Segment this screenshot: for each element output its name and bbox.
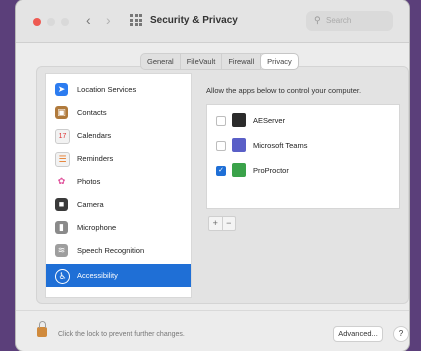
reminders-icon: ☰	[55, 152, 70, 167]
sidebar-item-location-services[interactable]: ➤ Location Services	[46, 78, 191, 101]
sidebar-item-camera[interactable]: ■ Camera	[46, 193, 191, 216]
sidebar-item-label: Location Services	[77, 85, 137, 94]
sidebar-item-microphone[interactable]: ▮ Microphone	[46, 216, 191, 239]
proproctor-icon	[232, 163, 246, 177]
sidebar-item-accessibility[interactable]: ♿ Accessibility	[46, 264, 191, 287]
remove-app-button[interactable]: −	[223, 217, 236, 230]
minimize-window-button[interactable]	[47, 18, 55, 26]
sidebar-item-label: Reminders	[77, 154, 114, 163]
list-item[interactable]: AEServer	[207, 108, 399, 133]
magnifier-icon: ⚲	[314, 15, 321, 25]
add-app-button[interactable]: +	[209, 217, 223, 230]
teams-icon	[232, 138, 246, 152]
location-arrow-icon: ➤	[55, 83, 68, 96]
camera-icon: ■	[55, 198, 68, 211]
footer-divider	[16, 310, 409, 311]
sidebar-item-label: Speech Recognition	[77, 246, 145, 255]
app-list: AEServer Microsoft Teams ✓ ProProctor	[206, 104, 400, 209]
sidebar-item-label: Calendars	[77, 131, 112, 140]
lock-icon[interactable]	[37, 321, 47, 337]
sidebar-item-label: Microphone	[77, 223, 117, 232]
photos-icon: ✿	[55, 175, 68, 188]
app-label: AEServer	[253, 116, 286, 125]
window-title: Security & Privacy	[150, 15, 238, 26]
sidebar-item-calendars[interactable]: 17 Calendars	[46, 124, 191, 147]
security-privacy-window: ‹ › Security & Privacy ⚲ Search General …	[16, 0, 409, 351]
zoom-window-button[interactable]	[61, 18, 69, 26]
forward-button[interactable]: ›	[106, 12, 111, 28]
search-placeholder: Search	[326, 16, 352, 25]
tab-general[interactable]: General	[141, 54, 181, 69]
accessibility-icon: ♿	[55, 269, 70, 284]
sidebar-item-label: Camera	[77, 200, 104, 209]
sidebar-item-speech-recognition[interactable]: ≋ Speech Recognition	[46, 239, 191, 262]
accessibility-instruction: Allow the apps below to control your com…	[206, 86, 362, 95]
title-bar: ‹ › Security & Privacy ⚲ Search	[16, 0, 409, 43]
list-item[interactable]: ✓ ProProctor	[207, 158, 399, 183]
sidebar-item-label: Contacts	[77, 108, 107, 117]
advanced-button[interactable]: Advanced...	[333, 326, 383, 342]
speech-icon: ≋	[55, 244, 68, 257]
sidebar-item-contacts[interactable]: ▣ Contacts	[46, 101, 191, 124]
aeserver-checkbox[interactable]	[216, 116, 226, 126]
aeserver-icon	[232, 113, 246, 127]
close-window-button[interactable]	[33, 18, 41, 26]
contacts-icon: ▣	[55, 106, 68, 119]
tab-privacy[interactable]: Privacy	[261, 54, 298, 69]
back-button[interactable]: ‹	[86, 12, 91, 28]
tab-firewall[interactable]: Firewall	[222, 54, 262, 69]
sidebar-item-label: Photos	[77, 177, 101, 186]
app-label: ProProctor	[253, 166, 289, 175]
list-item[interactable]: Microsoft Teams	[207, 133, 399, 158]
sidebar-item-reminders[interactable]: ☰ Reminders	[46, 147, 191, 170]
help-button[interactable]: ?	[393, 326, 409, 342]
tab-filevault[interactable]: FileVault	[181, 54, 223, 69]
microsoft-teams-checkbox[interactable]	[216, 141, 226, 151]
microphone-icon: ▮	[55, 221, 68, 234]
proproctor-checkbox[interactable]: ✓	[216, 166, 226, 176]
show-all-grid-icon[interactable]	[130, 14, 142, 26]
calendar-icon: 17	[55, 129, 70, 144]
privacy-sidebar: ➤ Location Services ▣ Contacts 17 Calend…	[45, 73, 192, 298]
app-label: Microsoft Teams	[253, 141, 308, 150]
sidebar-item-photos[interactable]: ✿ Photos	[46, 170, 191, 193]
add-remove-control: + −	[208, 216, 236, 231]
lock-text: Click the lock to prevent further change…	[58, 331, 185, 338]
sidebar-item-label: Accessibility	[77, 271, 118, 280]
tab-bar: General FileVault Firewall Privacy	[140, 53, 299, 70]
search-field[interactable]: ⚲ Search	[306, 11, 393, 31]
